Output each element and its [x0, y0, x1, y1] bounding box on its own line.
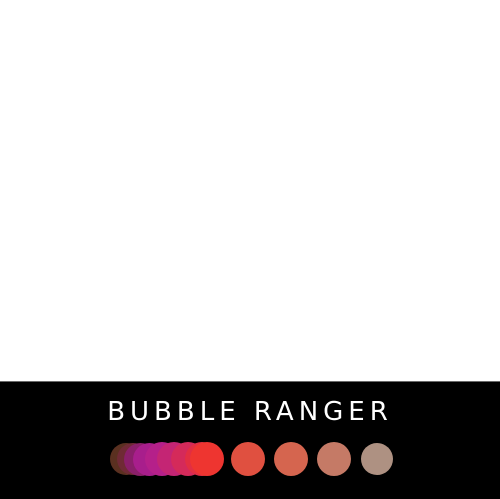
bubble-9 [190, 442, 224, 476]
title-banner: BUBBLE RANGER [0, 381, 500, 499]
bubble-12 [317, 442, 351, 476]
bubble-13 [361, 443, 393, 475]
banner-divider [0, 381, 500, 382]
game-title: BUBBLE RANGER [107, 397, 393, 427]
bubble-color-row [0, 439, 500, 479]
game-screen: BUBBLE RANGER [0, 0, 500, 499]
bubble-11 [274, 442, 308, 476]
bubble-10 [231, 442, 265, 476]
game-playfield[interactable] [0, 0, 500, 381]
